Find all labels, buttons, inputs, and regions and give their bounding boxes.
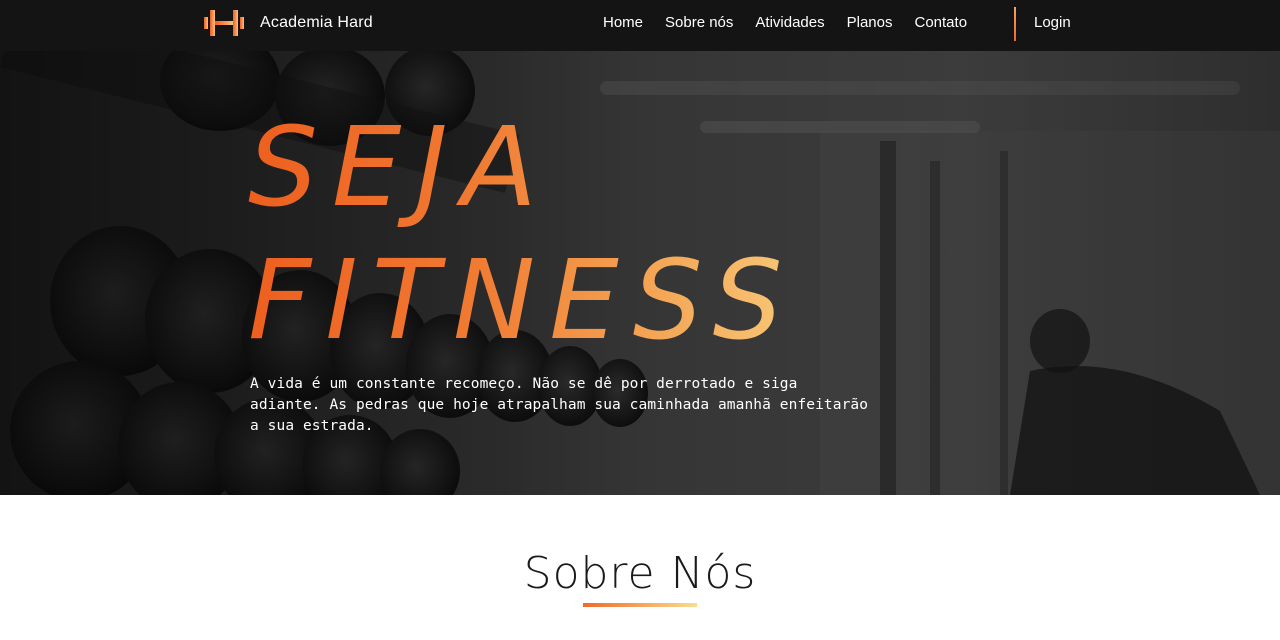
main-nav: Home Sobre nós Atividades Planos Contato [603,13,989,33]
hero-quote: A vida é um constante recomeço. Não se d… [250,376,869,434]
nav-item-sobre[interactable]: Sobre nós [665,13,733,33]
nav-item-contato[interactable]: Contato [915,13,968,33]
brand[interactable]: Academia Hard [204,7,373,39]
hero-title-line2: FITNESS [248,236,797,364]
hero-title-line1: SEJA [248,103,552,231]
brand-name: Academia Hard [260,14,373,31]
dumbbell-logo-icon [204,10,244,36]
login-link[interactable]: Login [1034,13,1071,33]
nav-item-atividades[interactable]: Atividades [755,13,824,33]
sobre-section-title: Sobre Nós [523,548,757,599]
sobre-title-underline [583,603,697,607]
hero-title: SEJA FITNESS [248,101,888,367]
nav-item-home[interactable]: Home [603,13,643,33]
nav-divider [1014,7,1016,41]
top-navbar: Academia Hard Home Sobre nós Atividades … [0,0,1280,51]
nav-item-planos[interactable]: Planos [847,13,893,33]
hero-banner: SEJA FITNESS A vida é um constante recom… [0,51,1280,495]
